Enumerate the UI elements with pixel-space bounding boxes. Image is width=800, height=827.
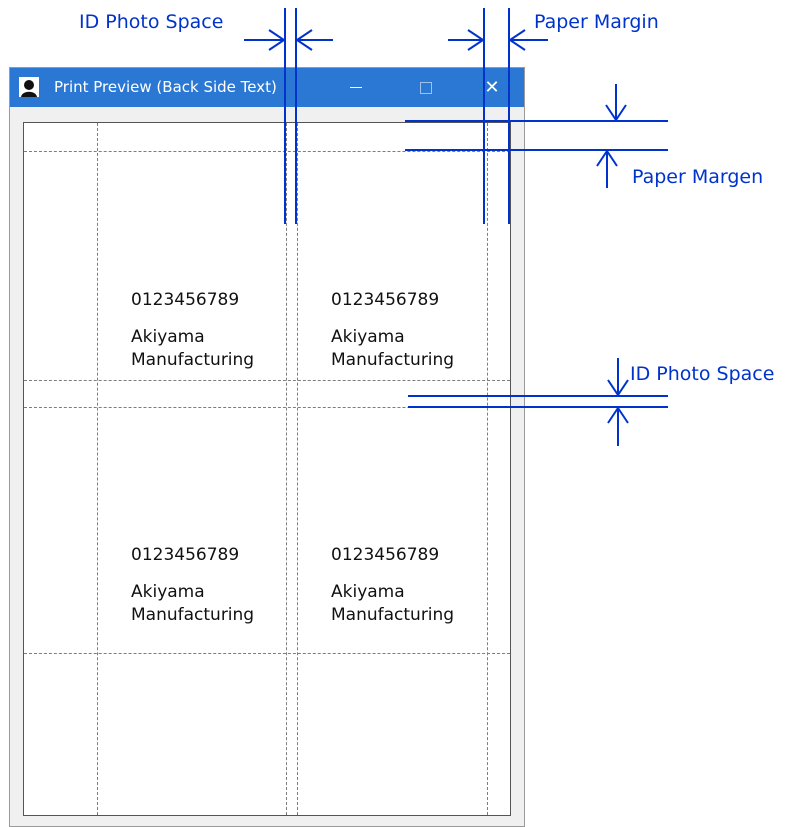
minimize-icon <box>350 87 362 88</box>
minimize-button[interactable] <box>333 68 379 107</box>
paper-margin-right-guide <box>487 123 488 815</box>
arrow-down-icon <box>607 379 629 397</box>
card-name: Akiyama Manufacturing <box>131 327 255 370</box>
arrow-right-icon <box>467 29 485 51</box>
maximize-icon <box>420 81 432 94</box>
id-photo-space-label: ID Photo Space <box>630 363 775 385</box>
card-col-2-left-guide <box>297 123 298 815</box>
id-photo-space-label: ID Photo Space <box>79 11 224 33</box>
card-number: 0123456789 <box>131 290 240 310</box>
arrow-down-icon <box>605 104 627 122</box>
paper-margin-left-guide <box>97 123 98 815</box>
card-number: 0123456789 <box>331 545 440 565</box>
close-icon: ✕ <box>484 76 500 98</box>
close-button[interactable]: ✕ <box>469 68 515 107</box>
arrow-left-icon <box>508 29 526 51</box>
arrow-up-icon <box>607 406 629 424</box>
print-preview-window: Print Preview (Back Side Text) ✕ 0123456… <box>9 67 525 827</box>
arrow-right-icon <box>268 29 286 51</box>
paper-margen-label: Paper Margen <box>632 166 764 188</box>
card-number: 0123456789 <box>131 545 240 565</box>
maximize-button[interactable] <box>403 68 449 107</box>
window-title: Print Preview (Back Side Text) <box>54 78 277 96</box>
arrow-up-icon <box>596 149 618 167</box>
id-photo-person-icon <box>19 77 39 97</box>
title-bar[interactable]: Print Preview (Back Side Text) ✕ <box>10 68 524 107</box>
card-name: Akiyama Manufacturing <box>331 327 455 370</box>
card-name: Akiyama Manufacturing <box>131 582 255 625</box>
paper-margin-label: Paper Margin <box>534 11 659 33</box>
card-number: 0123456789 <box>331 290 440 310</box>
arrow-left-icon <box>295 29 313 51</box>
card-col-1-right-guide <box>286 123 287 815</box>
card-name: Akiyama Manufacturing <box>331 582 455 625</box>
print-preview-page: 0123456789 Akiyama Manufacturing 0123456… <box>23 122 511 816</box>
